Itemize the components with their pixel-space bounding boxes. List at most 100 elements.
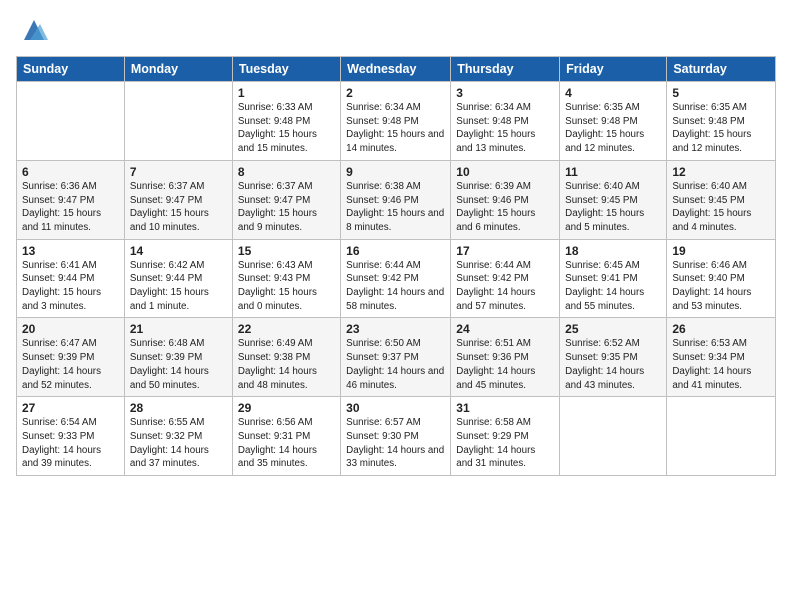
day-info: Sunrise: 6:34 AM Sunset: 9:48 PM Dayligh… — [456, 101, 554, 156]
calendar-week-row: 13Sunrise: 6:41 AM Sunset: 9:44 PM Dayli… — [17, 239, 776, 318]
day-info: Sunrise: 6:36 AM Sunset: 9:47 PM Dayligh… — [22, 180, 119, 235]
calendar-cell: 26Sunrise: 6:53 AM Sunset: 9:34 PM Dayli… — [667, 318, 776, 397]
day-info: Sunrise: 6:35 AM Sunset: 9:48 PM Dayligh… — [565, 101, 661, 156]
day-info: Sunrise: 6:38 AM Sunset: 9:46 PM Dayligh… — [346, 180, 445, 235]
calendar-cell: 28Sunrise: 6:55 AM Sunset: 9:32 PM Dayli… — [124, 397, 232, 476]
day-info: Sunrise: 6:39 AM Sunset: 9:46 PM Dayligh… — [456, 180, 554, 235]
calendar-week-row: 27Sunrise: 6:54 AM Sunset: 9:33 PM Dayli… — [17, 397, 776, 476]
page: SundayMondayTuesdayWednesdayThursdayFrid… — [0, 0, 792, 612]
calendar-cell: 9Sunrise: 6:38 AM Sunset: 9:46 PM Daylig… — [341, 160, 451, 239]
calendar: SundayMondayTuesdayWednesdayThursdayFrid… — [16, 56, 776, 476]
calendar-cell: 30Sunrise: 6:57 AM Sunset: 9:30 PM Dayli… — [341, 397, 451, 476]
day-info: Sunrise: 6:44 AM Sunset: 9:42 PM Dayligh… — [346, 259, 445, 314]
day-number: 7 — [130, 165, 227, 179]
day-of-week-header: Saturday — [667, 57, 776, 82]
calendar-week-row: 20Sunrise: 6:47 AM Sunset: 9:39 PM Dayli… — [17, 318, 776, 397]
calendar-cell: 4Sunrise: 6:35 AM Sunset: 9:48 PM Daylig… — [560, 82, 667, 161]
day-number: 18 — [565, 244, 661, 258]
calendar-cell: 2Sunrise: 6:34 AM Sunset: 9:48 PM Daylig… — [341, 82, 451, 161]
calendar-cell: 12Sunrise: 6:40 AM Sunset: 9:45 PM Dayli… — [667, 160, 776, 239]
calendar-cell: 17Sunrise: 6:44 AM Sunset: 9:42 PM Dayli… — [451, 239, 560, 318]
day-number: 29 — [238, 401, 335, 415]
day-number: 13 — [22, 244, 119, 258]
day-of-week-header: Wednesday — [341, 57, 451, 82]
day-of-week-header: Friday — [560, 57, 667, 82]
day-info: Sunrise: 6:45 AM Sunset: 9:41 PM Dayligh… — [565, 259, 661, 314]
calendar-cell — [124, 82, 232, 161]
day-number: 6 — [22, 165, 119, 179]
calendar-cell: 10Sunrise: 6:39 AM Sunset: 9:46 PM Dayli… — [451, 160, 560, 239]
day-number: 2 — [346, 86, 445, 100]
day-info: Sunrise: 6:50 AM Sunset: 9:37 PM Dayligh… — [346, 337, 445, 392]
day-info: Sunrise: 6:57 AM Sunset: 9:30 PM Dayligh… — [346, 416, 445, 471]
calendar-cell: 31Sunrise: 6:58 AM Sunset: 9:29 PM Dayli… — [451, 397, 560, 476]
calendar-cell: 15Sunrise: 6:43 AM Sunset: 9:43 PM Dayli… — [232, 239, 340, 318]
day-info: Sunrise: 6:40 AM Sunset: 9:45 PM Dayligh… — [565, 180, 661, 235]
day-info: Sunrise: 6:34 AM Sunset: 9:48 PM Dayligh… — [346, 101, 445, 156]
day-number: 9 — [346, 165, 445, 179]
day-info: Sunrise: 6:56 AM Sunset: 9:31 PM Dayligh… — [238, 416, 335, 471]
day-info: Sunrise: 6:46 AM Sunset: 9:40 PM Dayligh… — [672, 259, 770, 314]
day-number: 5 — [672, 86, 770, 100]
calendar-cell: 14Sunrise: 6:42 AM Sunset: 9:44 PM Dayli… — [124, 239, 232, 318]
calendar-cell: 21Sunrise: 6:48 AM Sunset: 9:39 PM Dayli… — [124, 318, 232, 397]
calendar-cell: 19Sunrise: 6:46 AM Sunset: 9:40 PM Dayli… — [667, 239, 776, 318]
day-number: 31 — [456, 401, 554, 415]
day-number: 27 — [22, 401, 119, 415]
day-number: 12 — [672, 165, 770, 179]
calendar-cell: 3Sunrise: 6:34 AM Sunset: 9:48 PM Daylig… — [451, 82, 560, 161]
day-number: 22 — [238, 322, 335, 336]
header — [16, 16, 776, 44]
day-of-week-header: Monday — [124, 57, 232, 82]
day-number: 21 — [130, 322, 227, 336]
calendar-cell: 27Sunrise: 6:54 AM Sunset: 9:33 PM Dayli… — [17, 397, 125, 476]
day-number: 14 — [130, 244, 227, 258]
logo-icon — [20, 16, 48, 44]
day-number: 15 — [238, 244, 335, 258]
day-info: Sunrise: 6:48 AM Sunset: 9:39 PM Dayligh… — [130, 337, 227, 392]
day-info: Sunrise: 6:52 AM Sunset: 9:35 PM Dayligh… — [565, 337, 661, 392]
calendar-cell — [560, 397, 667, 476]
day-info: Sunrise: 6:33 AM Sunset: 9:48 PM Dayligh… — [238, 101, 335, 156]
day-number: 10 — [456, 165, 554, 179]
calendar-week-row: 1Sunrise: 6:33 AM Sunset: 9:48 PM Daylig… — [17, 82, 776, 161]
calendar-cell — [667, 397, 776, 476]
day-info: Sunrise: 6:47 AM Sunset: 9:39 PM Dayligh… — [22, 337, 119, 392]
day-number: 23 — [346, 322, 445, 336]
day-info: Sunrise: 6:58 AM Sunset: 9:29 PM Dayligh… — [456, 416, 554, 471]
day-info: Sunrise: 6:49 AM Sunset: 9:38 PM Dayligh… — [238, 337, 335, 392]
day-info: Sunrise: 6:35 AM Sunset: 9:48 PM Dayligh… — [672, 101, 770, 156]
calendar-cell: 29Sunrise: 6:56 AM Sunset: 9:31 PM Dayli… — [232, 397, 340, 476]
day-number: 24 — [456, 322, 554, 336]
calendar-cell: 7Sunrise: 6:37 AM Sunset: 9:47 PM Daylig… — [124, 160, 232, 239]
day-info: Sunrise: 6:54 AM Sunset: 9:33 PM Dayligh… — [22, 416, 119, 471]
day-info: Sunrise: 6:53 AM Sunset: 9:34 PM Dayligh… — [672, 337, 770, 392]
day-info: Sunrise: 6:37 AM Sunset: 9:47 PM Dayligh… — [238, 180, 335, 235]
calendar-cell: 5Sunrise: 6:35 AM Sunset: 9:48 PM Daylig… — [667, 82, 776, 161]
calendar-week-row: 6Sunrise: 6:36 AM Sunset: 9:47 PM Daylig… — [17, 160, 776, 239]
day-info: Sunrise: 6:55 AM Sunset: 9:32 PM Dayligh… — [130, 416, 227, 471]
day-number: 19 — [672, 244, 770, 258]
calendar-cell: 11Sunrise: 6:40 AM Sunset: 9:45 PM Dayli… — [560, 160, 667, 239]
logo — [16, 16, 48, 44]
day-info: Sunrise: 6:37 AM Sunset: 9:47 PM Dayligh… — [130, 180, 227, 235]
calendar-cell — [17, 82, 125, 161]
day-info: Sunrise: 6:40 AM Sunset: 9:45 PM Dayligh… — [672, 180, 770, 235]
day-number: 1 — [238, 86, 335, 100]
header-row: SundayMondayTuesdayWednesdayThursdayFrid… — [17, 57, 776, 82]
day-number: 3 — [456, 86, 554, 100]
calendar-cell: 24Sunrise: 6:51 AM Sunset: 9:36 PM Dayli… — [451, 318, 560, 397]
day-number: 8 — [238, 165, 335, 179]
calendar-cell: 25Sunrise: 6:52 AM Sunset: 9:35 PM Dayli… — [560, 318, 667, 397]
calendar-cell: 1Sunrise: 6:33 AM Sunset: 9:48 PM Daylig… — [232, 82, 340, 161]
day-of-week-header: Thursday — [451, 57, 560, 82]
day-info: Sunrise: 6:42 AM Sunset: 9:44 PM Dayligh… — [130, 259, 227, 314]
day-info: Sunrise: 6:51 AM Sunset: 9:36 PM Dayligh… — [456, 337, 554, 392]
day-info: Sunrise: 6:41 AM Sunset: 9:44 PM Dayligh… — [22, 259, 119, 314]
day-number: 30 — [346, 401, 445, 415]
day-number: 4 — [565, 86, 661, 100]
calendar-cell: 22Sunrise: 6:49 AM Sunset: 9:38 PM Dayli… — [232, 318, 340, 397]
day-info: Sunrise: 6:43 AM Sunset: 9:43 PM Dayligh… — [238, 259, 335, 314]
calendar-cell: 8Sunrise: 6:37 AM Sunset: 9:47 PM Daylig… — [232, 160, 340, 239]
calendar-cell: 13Sunrise: 6:41 AM Sunset: 9:44 PM Dayli… — [17, 239, 125, 318]
